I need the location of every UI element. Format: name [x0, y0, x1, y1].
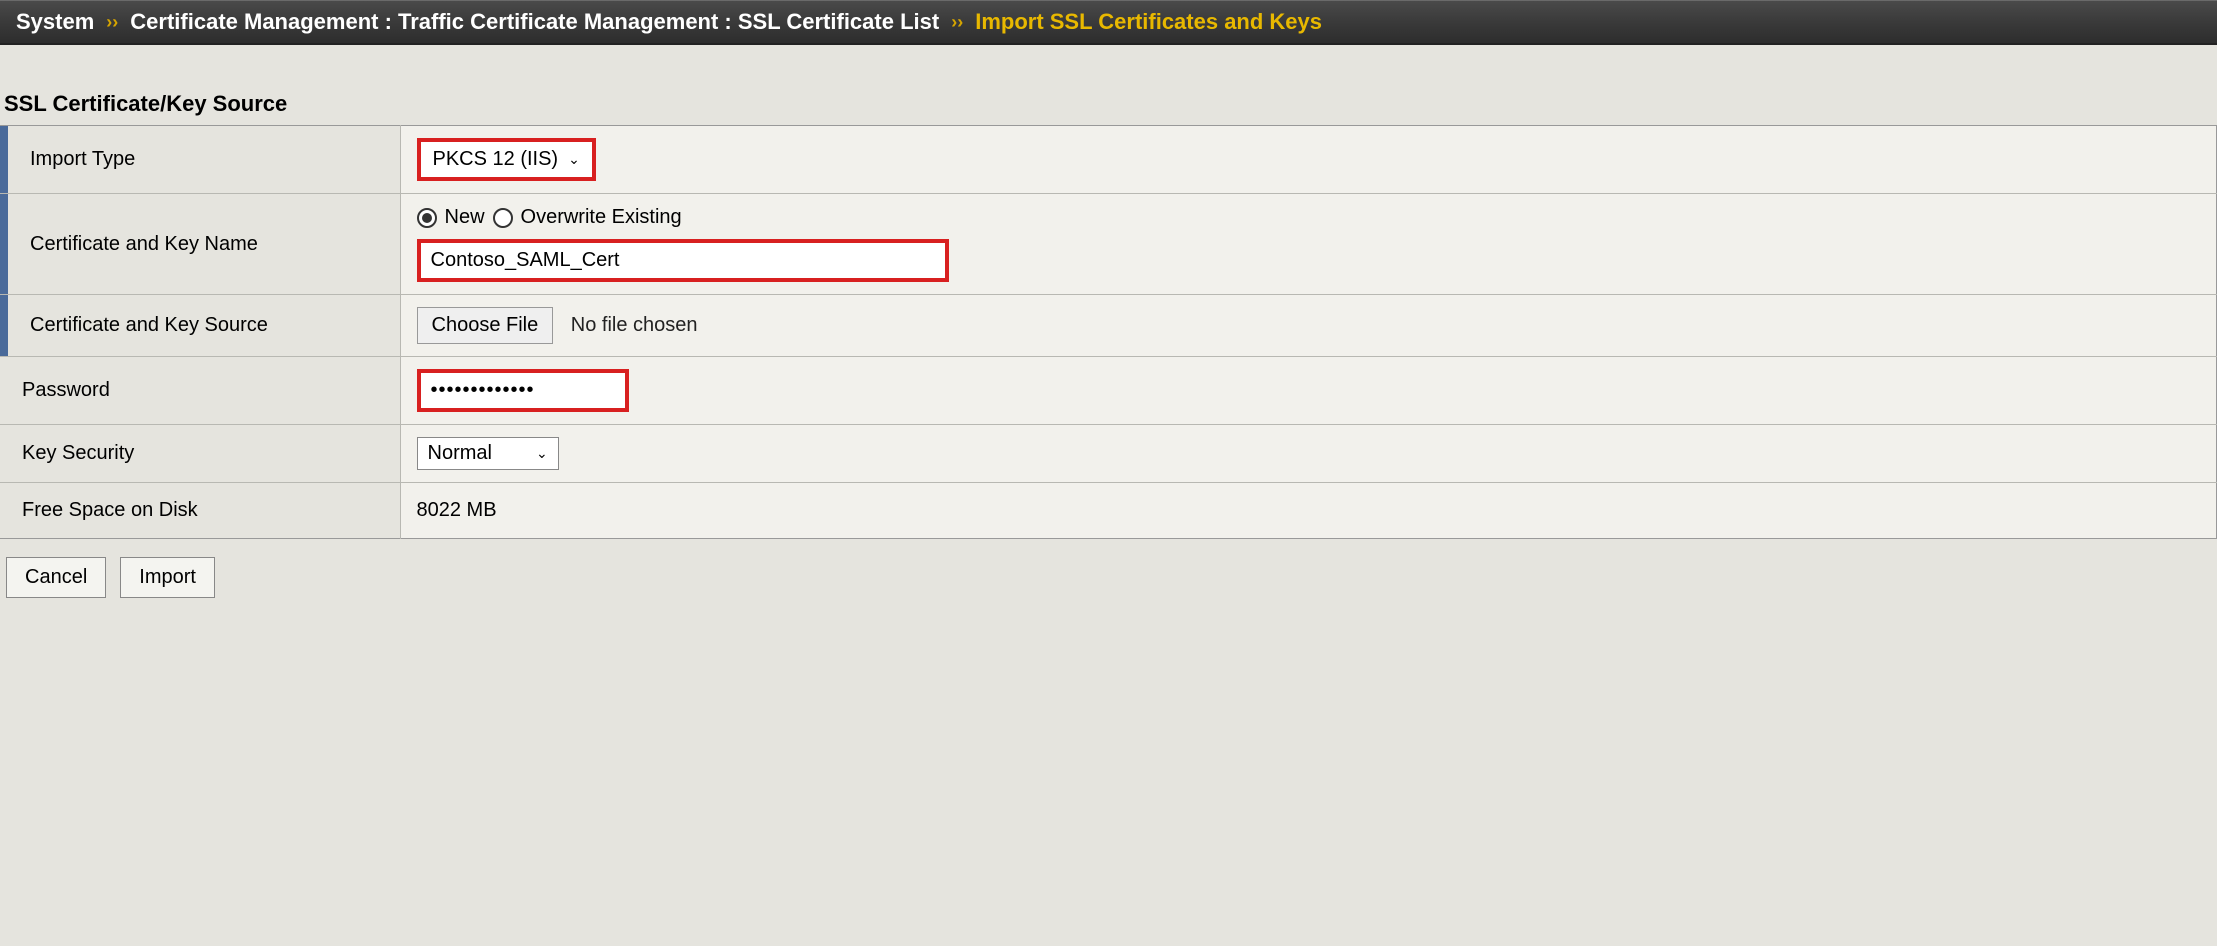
breadcrumb-current: Import SSL Certificates and Keys [975, 9, 1322, 35]
label-cert-key-source: Certificate and Key Source [0, 295, 400, 357]
select-import-type-value: PKCS 12 (IIS) [433, 148, 559, 171]
breadcrumb-separator: ›› [102, 12, 122, 33]
import-button[interactable]: Import [120, 557, 215, 598]
label-import-type: Import Type [0, 126, 400, 194]
breadcrumb-root[interactable]: System [16, 9, 94, 35]
form-table: Import Type PKCS 12 (IIS) ⌄ Certificate … [0, 125, 2217, 539]
row-cert-key-source: Certificate and Key Source Choose File N… [0, 295, 2217, 357]
label-cert-key-name: Certificate and Key Name [0, 194, 400, 295]
select-key-security[interactable]: Normal ⌄ [417, 437, 559, 470]
radio-overwrite[interactable] [493, 208, 513, 228]
row-cert-key-name: Certificate and Key Name New Overwrite E… [0, 194, 2217, 295]
breadcrumb-path[interactable]: Certificate Management : Traffic Certifi… [130, 9, 939, 35]
select-key-security-value: Normal [428, 442, 492, 465]
row-password: Password [0, 357, 2217, 425]
breadcrumb: System ›› Certificate Management : Traff… [0, 0, 2217, 45]
label-free-space: Free Space on Disk [0, 483, 400, 539]
row-key-security: Key Security Normal ⌄ [0, 425, 2217, 483]
row-import-type: Import Type PKCS 12 (IIS) ⌄ [0, 126, 2217, 194]
chevron-down-icon: ⌄ [568, 151, 580, 168]
button-bar: Cancel Import [0, 539, 2217, 616]
content-area: SSL Certificate/Key Source Import Type P… [0, 45, 2217, 616]
highlight-cert-name [417, 239, 949, 282]
label-key-security: Key Security [0, 425, 400, 483]
highlight-password [417, 369, 629, 412]
input-password[interactable] [423, 375, 623, 406]
select-import-type[interactable]: PKCS 12 (IIS) ⌄ [423, 144, 590, 175]
radio-new-label: New [445, 206, 485, 229]
highlight-import-type: PKCS 12 (IIS) ⌄ [417, 138, 596, 181]
row-free-space: Free Space on Disk 8022 MB [0, 483, 2217, 539]
section-title: SSL Certificate/Key Source [0, 75, 2217, 125]
radio-new[interactable] [417, 208, 437, 228]
choose-file-button[interactable]: Choose File [417, 307, 554, 344]
file-chosen-status: No file chosen [571, 314, 698, 336]
cancel-button[interactable]: Cancel [6, 557, 106, 598]
radio-overwrite-label: Overwrite Existing [521, 206, 682, 229]
radio-group-cert-name: New Overwrite Existing [417, 206, 2201, 229]
chevron-down-icon: ⌄ [536, 445, 548, 462]
input-cert-key-name[interactable] [423, 245, 943, 276]
label-password: Password [0, 357, 400, 425]
value-free-space: 8022 MB [417, 499, 497, 521]
breadcrumb-separator: ›› [947, 12, 967, 33]
